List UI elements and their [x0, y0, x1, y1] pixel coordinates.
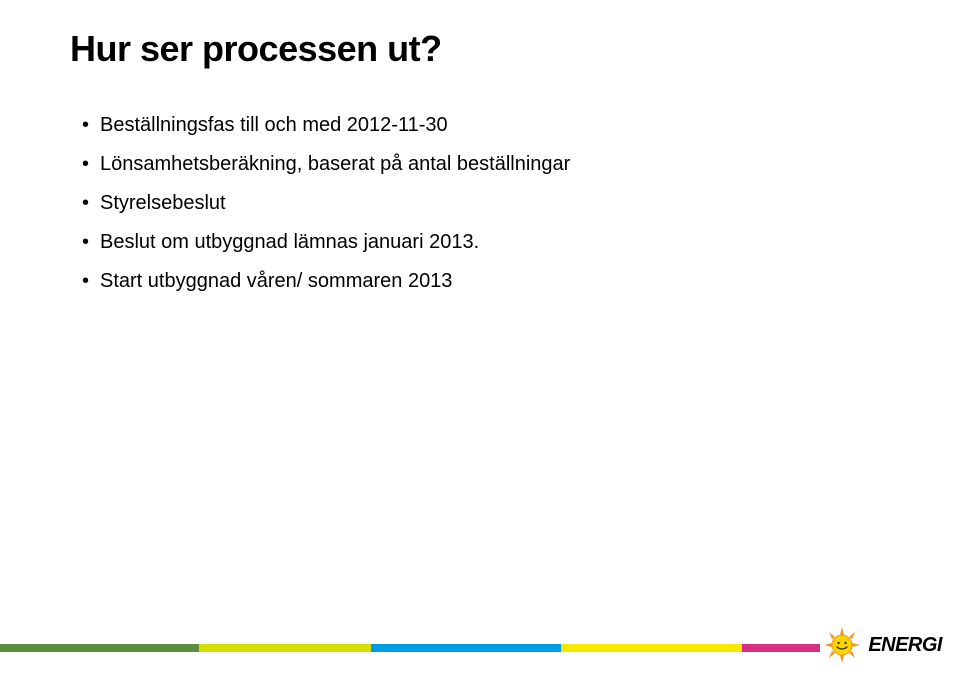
- slide-footer: ENERGI: [0, 619, 960, 675]
- slide-content: Hur ser processen ut? Beställningsfas ti…: [0, 0, 960, 293]
- color-segment: [0, 644, 199, 652]
- list-item: Beslut om utbyggnad lämnas januari 2013.: [82, 231, 890, 254]
- bullet-list: Beställningsfas till och med 2012-11-30 …: [70, 114, 890, 293]
- list-item: Lönsamhetsberäkning, baserat på antal be…: [82, 153, 890, 176]
- list-item: Styrelsebeslut: [82, 192, 890, 215]
- color-segment: [561, 644, 742, 652]
- color-segment: [742, 644, 820, 652]
- sun-icon: [822, 625, 862, 665]
- list-item: Start utbyggnad våren/ sommaren 2013: [82, 270, 890, 293]
- page-title: Hur ser processen ut?: [70, 28, 890, 70]
- logo-text: ENERGI: [868, 634, 942, 657]
- color-segment: [199, 644, 372, 652]
- logo: ENERGI: [822, 625, 942, 665]
- color-bar: [0, 644, 820, 652]
- list-item: Beställningsfas till och med 2012-11-30: [82, 114, 890, 137]
- color-segment: [371, 644, 561, 652]
